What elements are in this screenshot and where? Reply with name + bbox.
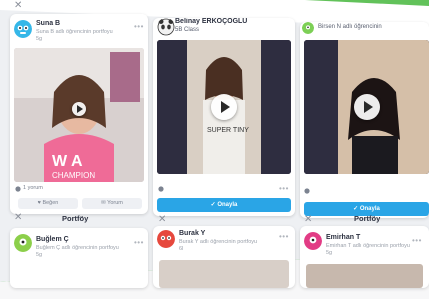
monster-avatar-icon <box>157 230 175 248</box>
card-header: Suna B Suna B adlı öğrencinin portfoyu 5… <box>10 14 148 44</box>
approve-label: Onayla <box>217 202 238 208</box>
monster-avatar-icon <box>302 22 314 34</box>
card-time: 5g <box>36 252 43 258</box>
close-icon[interactable]: ✕ <box>304 214 312 225</box>
card-time: 6l <box>179 246 184 252</box>
student-name: Belinay ERKOÇOĞLU <box>175 18 248 25</box>
student-name: Suna B <box>36 20 61 27</box>
card-subtitle: Buğlem Ç adlı öğrencinin portfoyu <box>36 245 119 251</box>
comment-icon <box>158 186 164 192</box>
section-title: Portföy <box>62 214 89 223</box>
heart-icon: ♥ <box>37 200 41 206</box>
panda-avatar-icon <box>157 18 175 36</box>
card-subtitle: Emirhan T adlı öğrencinin portfoyu <box>326 243 410 249</box>
close-icon[interactable]: ✕ <box>14 212 22 223</box>
video-thumbnail[interactable]: SUPER TINY <box>157 40 291 174</box>
close-icon[interactable]: ✕ <box>158 214 166 225</box>
student-name: Burak Y <box>179 230 206 237</box>
comment-count: 1 yorum <box>23 185 43 191</box>
comment-icon <box>15 186 21 192</box>
portfolio-card-suna: Suna B Suna B adlı öğrencinin portfoyu 5… <box>10 14 148 214</box>
video-thumbnail[interactable] <box>306 264 423 288</box>
card-subtitle: Suna B adlı öğrencinin portfoyu <box>36 29 113 35</box>
monster-avatar-icon <box>14 234 32 252</box>
student-name: Buğlem Ç <box>36 236 69 243</box>
check-icon: ✓ <box>210 202 216 208</box>
approve-label: Onayla <box>359 206 380 212</box>
monster-avatar-icon <box>304 232 322 250</box>
play-button[interactable] <box>354 94 380 120</box>
class-label: 5B Class <box>175 27 200 33</box>
more-options-icon[interactable]: ••• <box>134 238 144 247</box>
portfolio-card-emirhan: Emirhan T Emirhan T adlı öğrencinin port… <box>300 226 429 288</box>
student-name: Emirhan T <box>326 234 361 241</box>
video-thumbnail[interactable] <box>159 260 289 288</box>
video-thumbnail[interactable]: W A CHAMPION <box>14 48 144 182</box>
comment-icon <box>304 188 310 194</box>
more-options-icon[interactable]: ••• <box>279 232 289 241</box>
shirt-text: SUPER TINY <box>207 127 249 134</box>
comment-button[interactable]: ✉ Yorum <box>82 198 142 209</box>
more-options-icon[interactable]: ••• <box>134 22 144 31</box>
card-subtitle: Birsen N adlı öğrencinin <box>318 24 382 30</box>
play-button[interactable] <box>72 102 86 116</box>
check-icon: ✓ <box>353 206 359 212</box>
portfolio-card-buglem: Buğlem Ç Buğlem Ç adlı öğrencinin portfo… <box>10 228 148 288</box>
card-time: 5g <box>36 36 43 42</box>
close-icon[interactable]: ✕ <box>14 0 22 11</box>
approve-button[interactable]: ✓ Onayla <box>157 198 291 212</box>
card-subtitle: Burak Y adlı öğrencinin portfoyu <box>179 239 258 245</box>
like-button[interactable]: ♥ Beğen <box>18 198 78 209</box>
card-time: 5g <box>326 250 333 256</box>
svg-text:CHAMPION: CHAMPION <box>52 171 95 180</box>
svg-text:W A: W A <box>52 153 83 170</box>
play-button[interactable] <box>211 94 237 120</box>
like-label: Beğen <box>42 200 59 206</box>
portfolio-card-belinay: Belinay ERKOÇOĞLU 5B Class SUPER TINY ••… <box>153 18 295 216</box>
more-options-icon[interactable]: ••• <box>412 236 422 245</box>
portfolio-card-burak: Burak Y Burak Y adlı öğrencinin portfoyu… <box>153 226 295 288</box>
portfolio-card-birsen: Birsen N adlı öğrencinin ✓ Onayla <box>300 22 429 218</box>
comment-label: Yorum <box>107 200 123 206</box>
video-thumbnail[interactable] <box>304 40 429 174</box>
speech-bubble-icon: ✉ <box>101 200 106 206</box>
section-title: Portföy <box>354 214 381 223</box>
more-options-icon[interactable]: ••• <box>279 184 289 193</box>
monster-avatar-icon <box>14 20 32 38</box>
